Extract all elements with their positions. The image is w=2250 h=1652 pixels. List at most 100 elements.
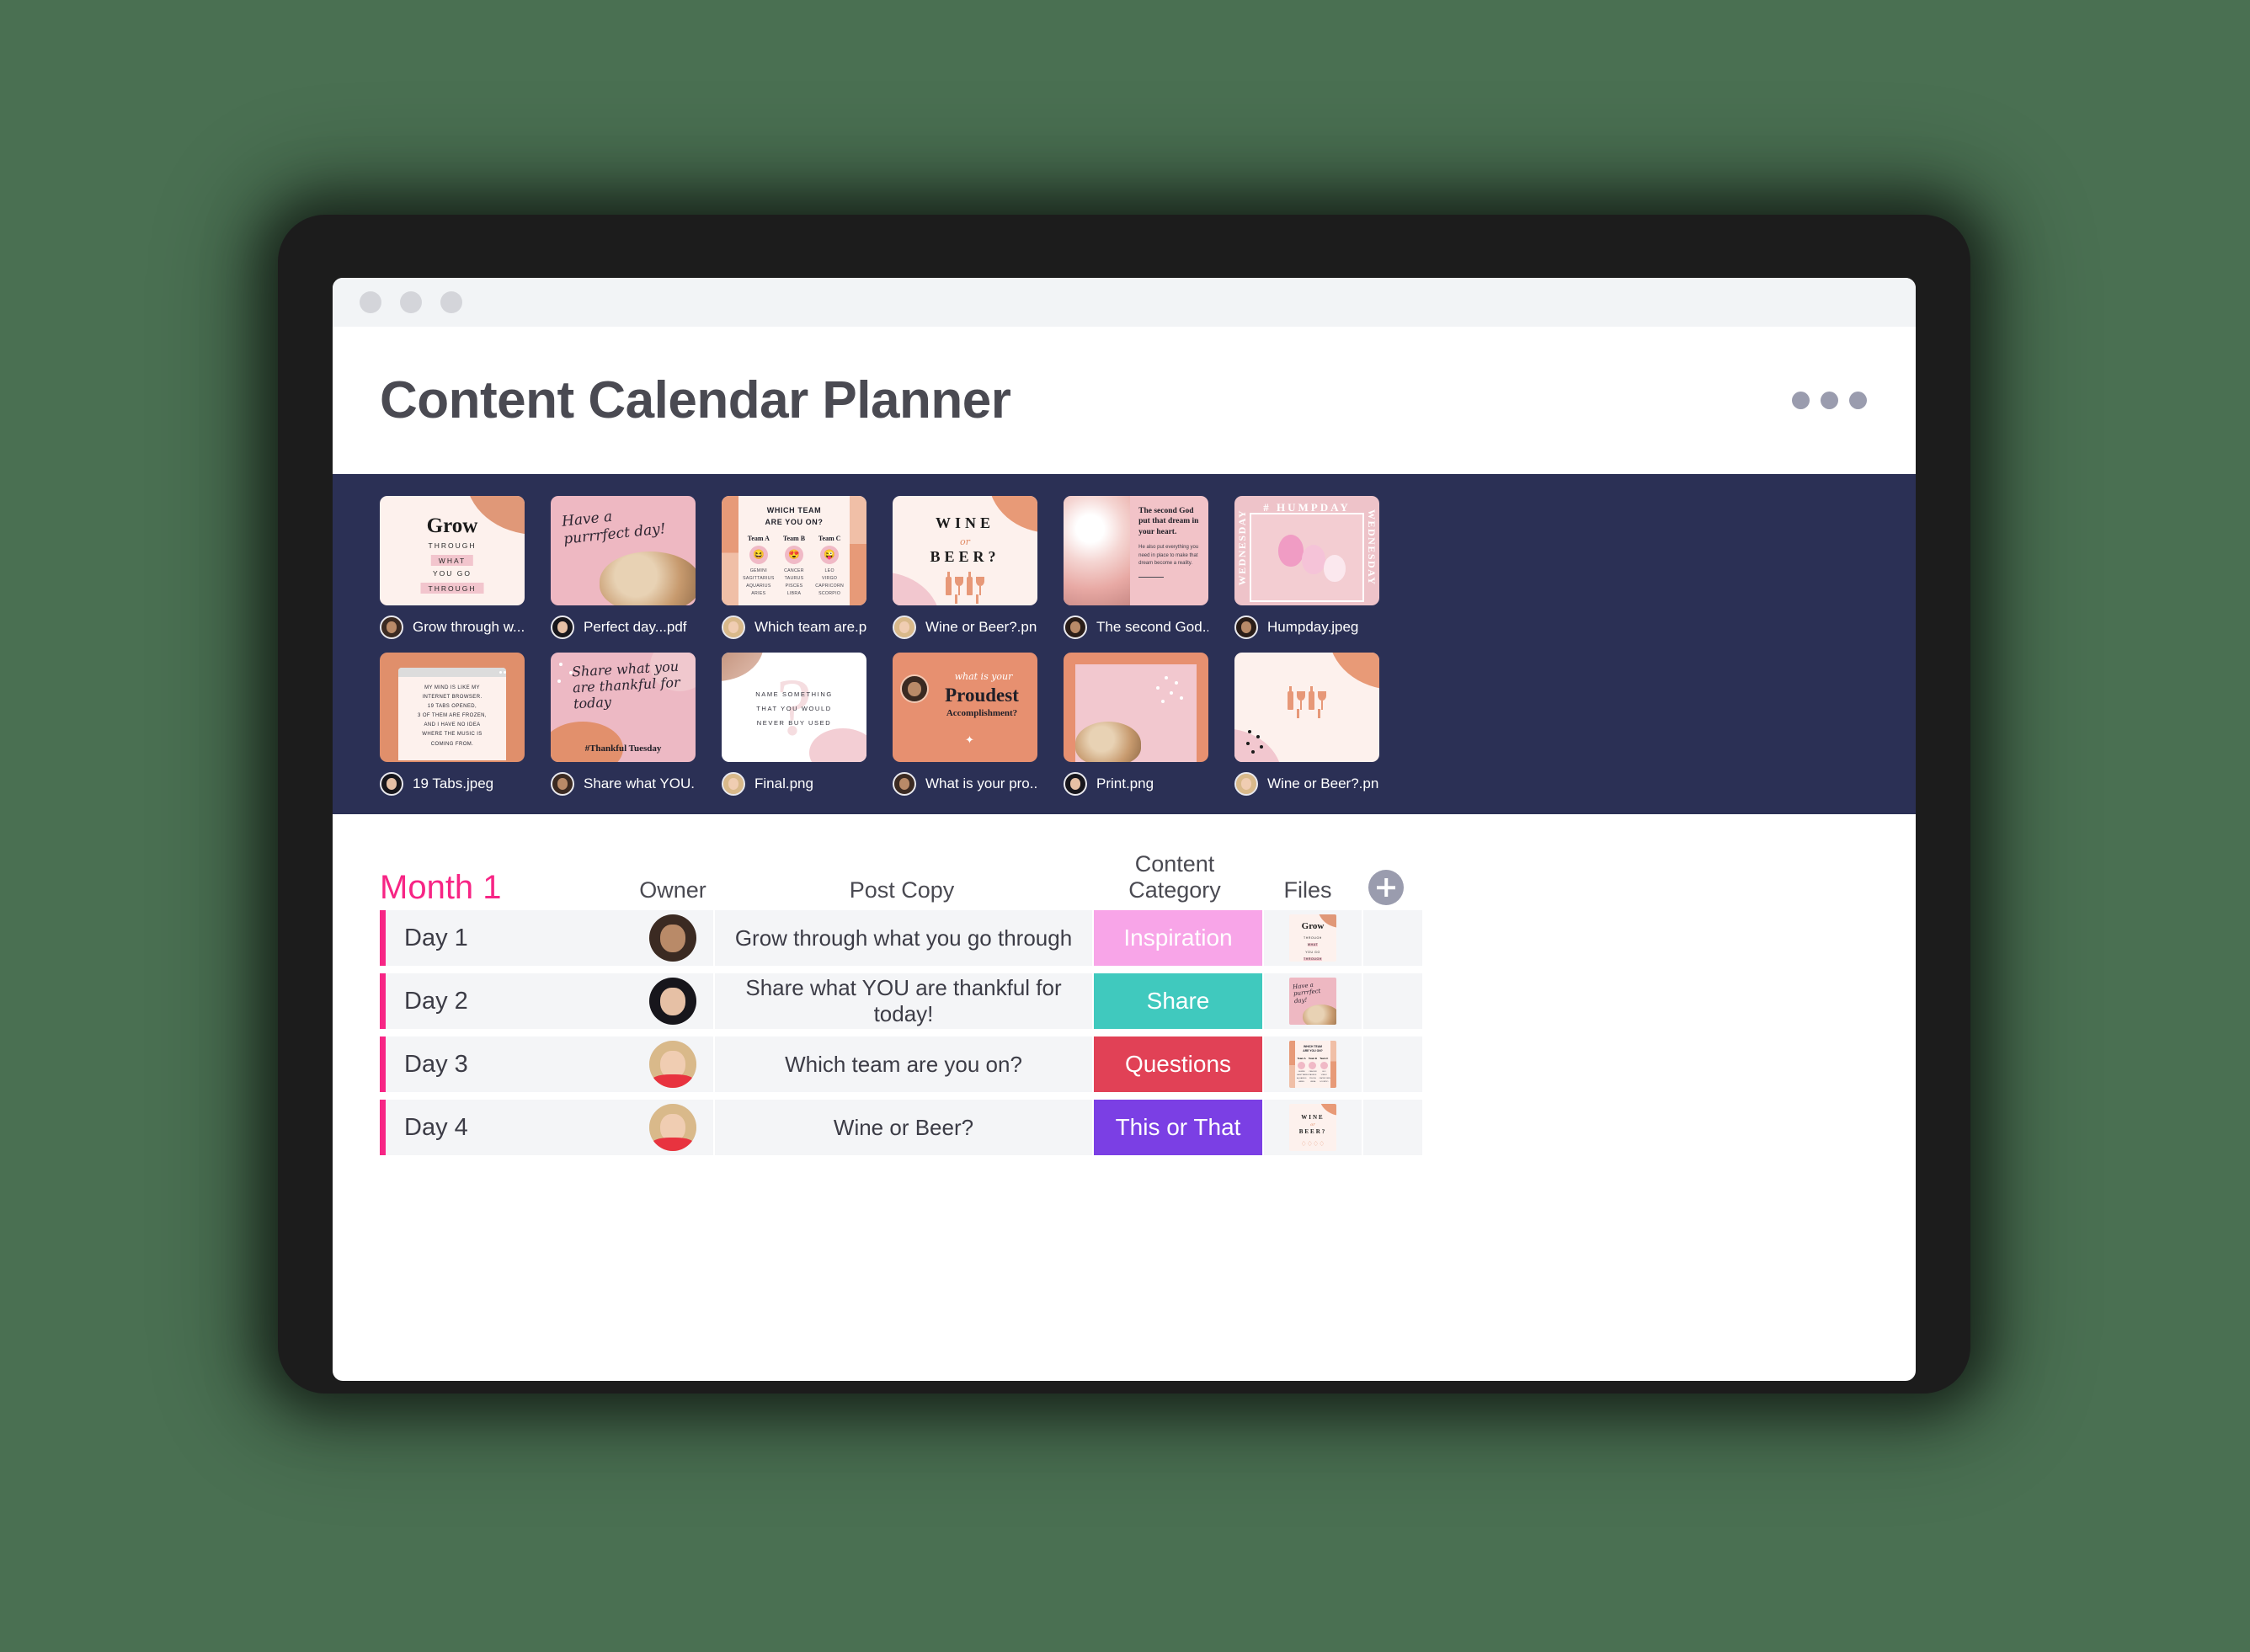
file-thumbnail: WINE or BEER? ♢♢♢♢ [1289,1104,1336,1151]
table-row[interactable]: Day 2 Share what YOU are thankful for to… [380,973,1869,1029]
cell-day: Day 3 [380,1036,632,1092]
avatar [893,772,916,796]
file-thumbnail: WHICH TEAM ARE YOU ON? Team A GEMINI SAGITT… [1289,1041,1336,1088]
file-card[interactable]: Grow THROUGH WHAT YOU GO THROUGH Grow th… [380,496,525,639]
file-card[interactable]: WHICH TEAM ARE YOU ON? Team A 😆 GEMINI S… [722,496,866,639]
avatar [649,1041,696,1088]
avatar [900,674,929,703]
file-meta: Final.png [722,772,866,796]
cell-files[interactable]: WINE or BEER? ♢♢♢♢ [1264,1100,1362,1155]
file-name: Final.png [754,775,813,791]
file-name: 19 Tabs.jpeg [413,775,494,791]
table-row[interactable]: Day 3 Which team are you on? Questions W… [380,1036,1869,1092]
window-dot-close[interactable] [360,291,381,313]
cell-empty [1363,973,1422,1029]
cell-owner [632,910,713,966]
file-card[interactable]: # HUMPDAY WEDNESDAY WEDNESDAY Humpday.jp… [1234,496,1379,639]
thumbnail-wine-glasses [1234,653,1379,762]
window-dot-minimize[interactable] [400,291,422,313]
file-thumbnail: Grow THROUGH WHAT YOU GO THROUGH [1289,914,1336,962]
cell-empty [1363,910,1422,966]
art-line: THROUGH [428,541,477,550]
art-line: NAME SOMETHING [755,690,833,698]
file-name: What is your pro...png [925,775,1037,791]
file-name: The second God...pdf [1096,619,1208,635]
zodiac-list: CANCER TAURUS PISCES LIBRA [784,568,804,597]
art-heading: WHICH TEAM [766,506,822,514]
cell-day: Day 4 [380,1100,632,1155]
emoji-icon: 😍 [784,546,803,564]
cell-files[interactable]: Have a purrrfect day! [1264,973,1362,1029]
art-heading: The second God put that dream in your he… [1138,507,1199,536]
art-body: MY MIND IS LIKE MY INTERNET BROWSER. 19 … [418,685,487,747]
art-line: WHAT [430,555,474,566]
file-card[interactable]: Wine or Beer?.png [1234,653,1379,796]
thumbnail-which-team: WHICH TEAM ARE YOU ON? Team A 😆 GEMINI S… [722,496,866,605]
cell-content-category: This or That [1094,1100,1262,1155]
avatar [893,616,916,639]
art-line: or [960,536,970,547]
table-header-row: Month 1 Owner Post Copy Content Category… [380,850,1869,910]
art-line: YOU GO [432,569,472,578]
thumbnail-final: ? NAME SOMETHING THAT YOU WOULD NEVER BU… [722,653,866,762]
file-card[interactable]: The second God put that dream in your he… [1064,496,1208,639]
art-line: THROUGH [420,583,484,594]
file-meta: Wine or Beer?.png [893,616,1037,639]
window-dot-maximize[interactable] [440,291,462,313]
title-bar: Content Calendar Planner [333,327,1916,474]
thumbnail-grow: Grow THROUGH WHAT YOU GO THROUGH [380,496,525,605]
table-row[interactable]: Day 1 Grow through what you go through I… [380,910,1869,966]
more-dot [1849,392,1867,409]
team-name: Team B [782,535,806,542]
avatar [1064,772,1087,796]
cell-empty [1363,1036,1422,1092]
file-card[interactable]: MY MIND IS LIKE MY INTERNET BROWSER. 19 … [380,653,525,796]
art-script: Share what you are thankful for today [571,658,681,712]
file-card[interactable]: Print.png [1064,653,1208,796]
file-name: Which team are.png [754,619,866,635]
table-row[interactable]: Day 4 Wine or Beer? This or That WINE or [380,1100,1869,1155]
art-line: WEDNESDAY [1366,509,1378,586]
art-line: Proudest [945,685,1019,706]
art-line: WEDNESDAY [1236,509,1248,586]
cell-files[interactable]: WHICH TEAM ARE YOU ON? Team A GEMINI SAGITT… [1264,1036,1362,1092]
file-card[interactable]: WINE or BEER? Wine or Beer?.png [893,496,1037,639]
file-card[interactable]: Have a purrrfect day! Perfect day...pdf [551,496,696,639]
art-line: NEVER BUY USED [756,719,832,727]
art-line: what is your [954,671,1013,682]
file-name: Wine or Beer?.png [925,619,1037,635]
file-meta: Print.png [1064,772,1208,796]
more-dot [1792,392,1810,409]
file-card[interactable]: Share what you are thankful for today #T… [551,653,696,796]
team-name: Team A [747,535,770,542]
add-column-button[interactable] [1368,870,1404,905]
column-header-files: Files [1283,877,1332,903]
file-meta: Humpday.jpeg [1234,616,1379,639]
file-name: Print.png [1096,775,1154,791]
cell-content-category: Questions [1094,1036,1262,1092]
cell-content-category: Share [1094,973,1262,1029]
month-label: Month 1 [380,869,502,906]
file-card[interactable]: ? NAME SOMETHING THAT YOU WOULD NEVER BU… [722,653,866,796]
files-row: MY MIND IS LIKE MY INTERNET BROWSER. 19 … [380,653,1869,796]
browser-chrome [333,278,1916,327]
file-card[interactable]: what is your Proudest Accomplishment? ✦ … [893,653,1037,796]
avatar [649,978,696,1025]
zodiac-list: LEO VIRGO CAPRICORN SCORPIO [815,568,845,597]
cell-files[interactable]: Grow THROUGH WHAT YOU GO THROUGH [1264,910,1362,966]
file-name: Grow through w...png [413,619,525,635]
sparkle-icon: ✦ [965,733,974,746]
file-name: Perfect day...pdf [584,619,687,635]
page-title: Content Calendar Planner [380,371,1011,429]
avatar [380,772,403,796]
avatar [551,772,574,796]
files-gallery-panel: Grow THROUGH WHAT YOU GO THROUGH Grow th… [333,474,1916,814]
more-options-icon[interactable] [1792,392,1867,409]
file-meta: The second God...pdf [1064,616,1208,639]
art-line: Accomplishment? [946,708,1018,718]
cell-empty [1363,1100,1422,1155]
art-line: # HUMPDAY [1263,501,1351,514]
file-meta: 19 Tabs.jpeg [380,772,525,796]
avatar [380,616,403,639]
cell-day: Day 1 [380,910,632,966]
